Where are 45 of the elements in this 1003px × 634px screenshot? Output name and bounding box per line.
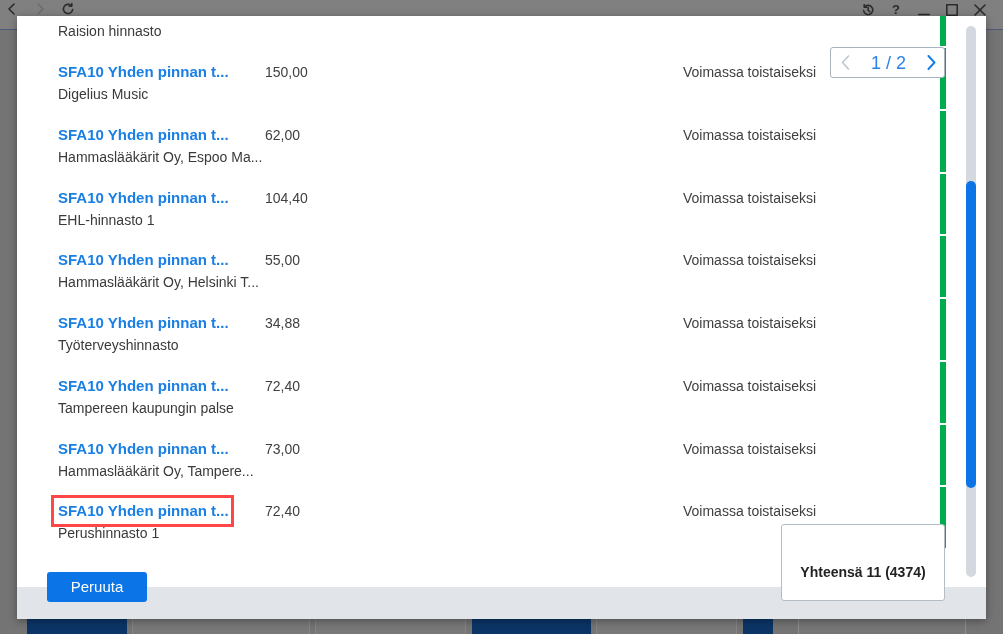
customer-name: Hammaslääkärit Oy, Helsinki T...: [58, 273, 259, 292]
chevron-right-icon[interactable]: [927, 55, 936, 70]
maximize-icon[interactable]: [946, 3, 958, 16]
customer-name: EHL-hinnasto 1: [58, 210, 155, 229]
status-text: Voimassa toistaiseksi: [683, 314, 817, 333]
price-text: 55,00: [265, 251, 301, 271]
product-link[interactable]: SFA10 Yhden pinnan t...: [58, 438, 229, 459]
back-icon[interactable]: [6, 3, 18, 15]
price-text: 73,00: [265, 439, 301, 459]
scrollbar-thumb[interactable]: [966, 181, 976, 488]
scrollbar-track[interactable]: [966, 26, 976, 577]
refresh-icon[interactable]: [62, 3, 74, 15]
customer-name: Hammaslääkärit Oy, Tampere...: [58, 461, 254, 480]
help-button[interactable]: ?: [890, 3, 902, 16]
status-text: Voimassa toistaiseksi: [683, 188, 817, 208]
status-text: Voimassa toistaiseksi: [683, 376, 817, 396]
price-text: 62,00: [265, 125, 301, 145]
product-link[interactable]: SFA10 Yhden pinnan t...: [58, 250, 229, 271]
status-text: Voimassa toistaiseksi: [683, 125, 817, 145]
price-text: 150,00: [265, 63, 308, 82]
price-text: 104,40: [265, 188, 308, 208]
product-link[interactable]: SFA10 Yhden pinnan t...: [58, 313, 229, 333]
cancel-button[interactable]: Peruuta: [47, 572, 147, 602]
status-text: Voimassa toistaiseksi: [683, 502, 817, 522]
status-text: Voimassa toistaiseksi: [683, 439, 817, 459]
total-count: Yhteensä 11 (4374): [781, 524, 945, 601]
product-link[interactable]: SFA10 Yhden pinnan t...: [58, 187, 229, 208]
product-link[interactable]: SFA10 Yhden pinnan t...: [58, 62, 229, 82]
product-link[interactable]: SFA10 Yhden pinnan t...: [58, 501, 229, 522]
status-text: Voimassa toistaiseksi: [683, 251, 817, 271]
customer-name: Työterveyshinnasto: [58, 336, 179, 354]
price-text: 72,40: [265, 502, 301, 522]
customer-name: Tampereen kaupungin palse: [58, 398, 234, 417]
product-link[interactable]: SFA10 Yhden pinnan t...: [58, 124, 229, 145]
customer-name: Perushinnasto 1: [58, 524, 160, 543]
customer-name: Hammaslääkärit Oy, Espoo Ma...: [58, 147, 263, 166]
price-text: 34,88: [265, 314, 301, 333]
customer-name: Digelius Music: [58, 85, 149, 103]
history-icon[interactable]: [862, 3, 874, 16]
page-indicator: 1 / 2: [871, 51, 906, 74]
status-text: Voimassa toistaiseksi: [683, 63, 817, 82]
price-text: 72,40: [265, 376, 301, 396]
close-icon[interactable]: [974, 3, 986, 16]
customer-name: Raision hinnasto: [58, 22, 162, 40]
product-link[interactable]: SFA10 Yhden pinnan t...: [58, 375, 229, 396]
